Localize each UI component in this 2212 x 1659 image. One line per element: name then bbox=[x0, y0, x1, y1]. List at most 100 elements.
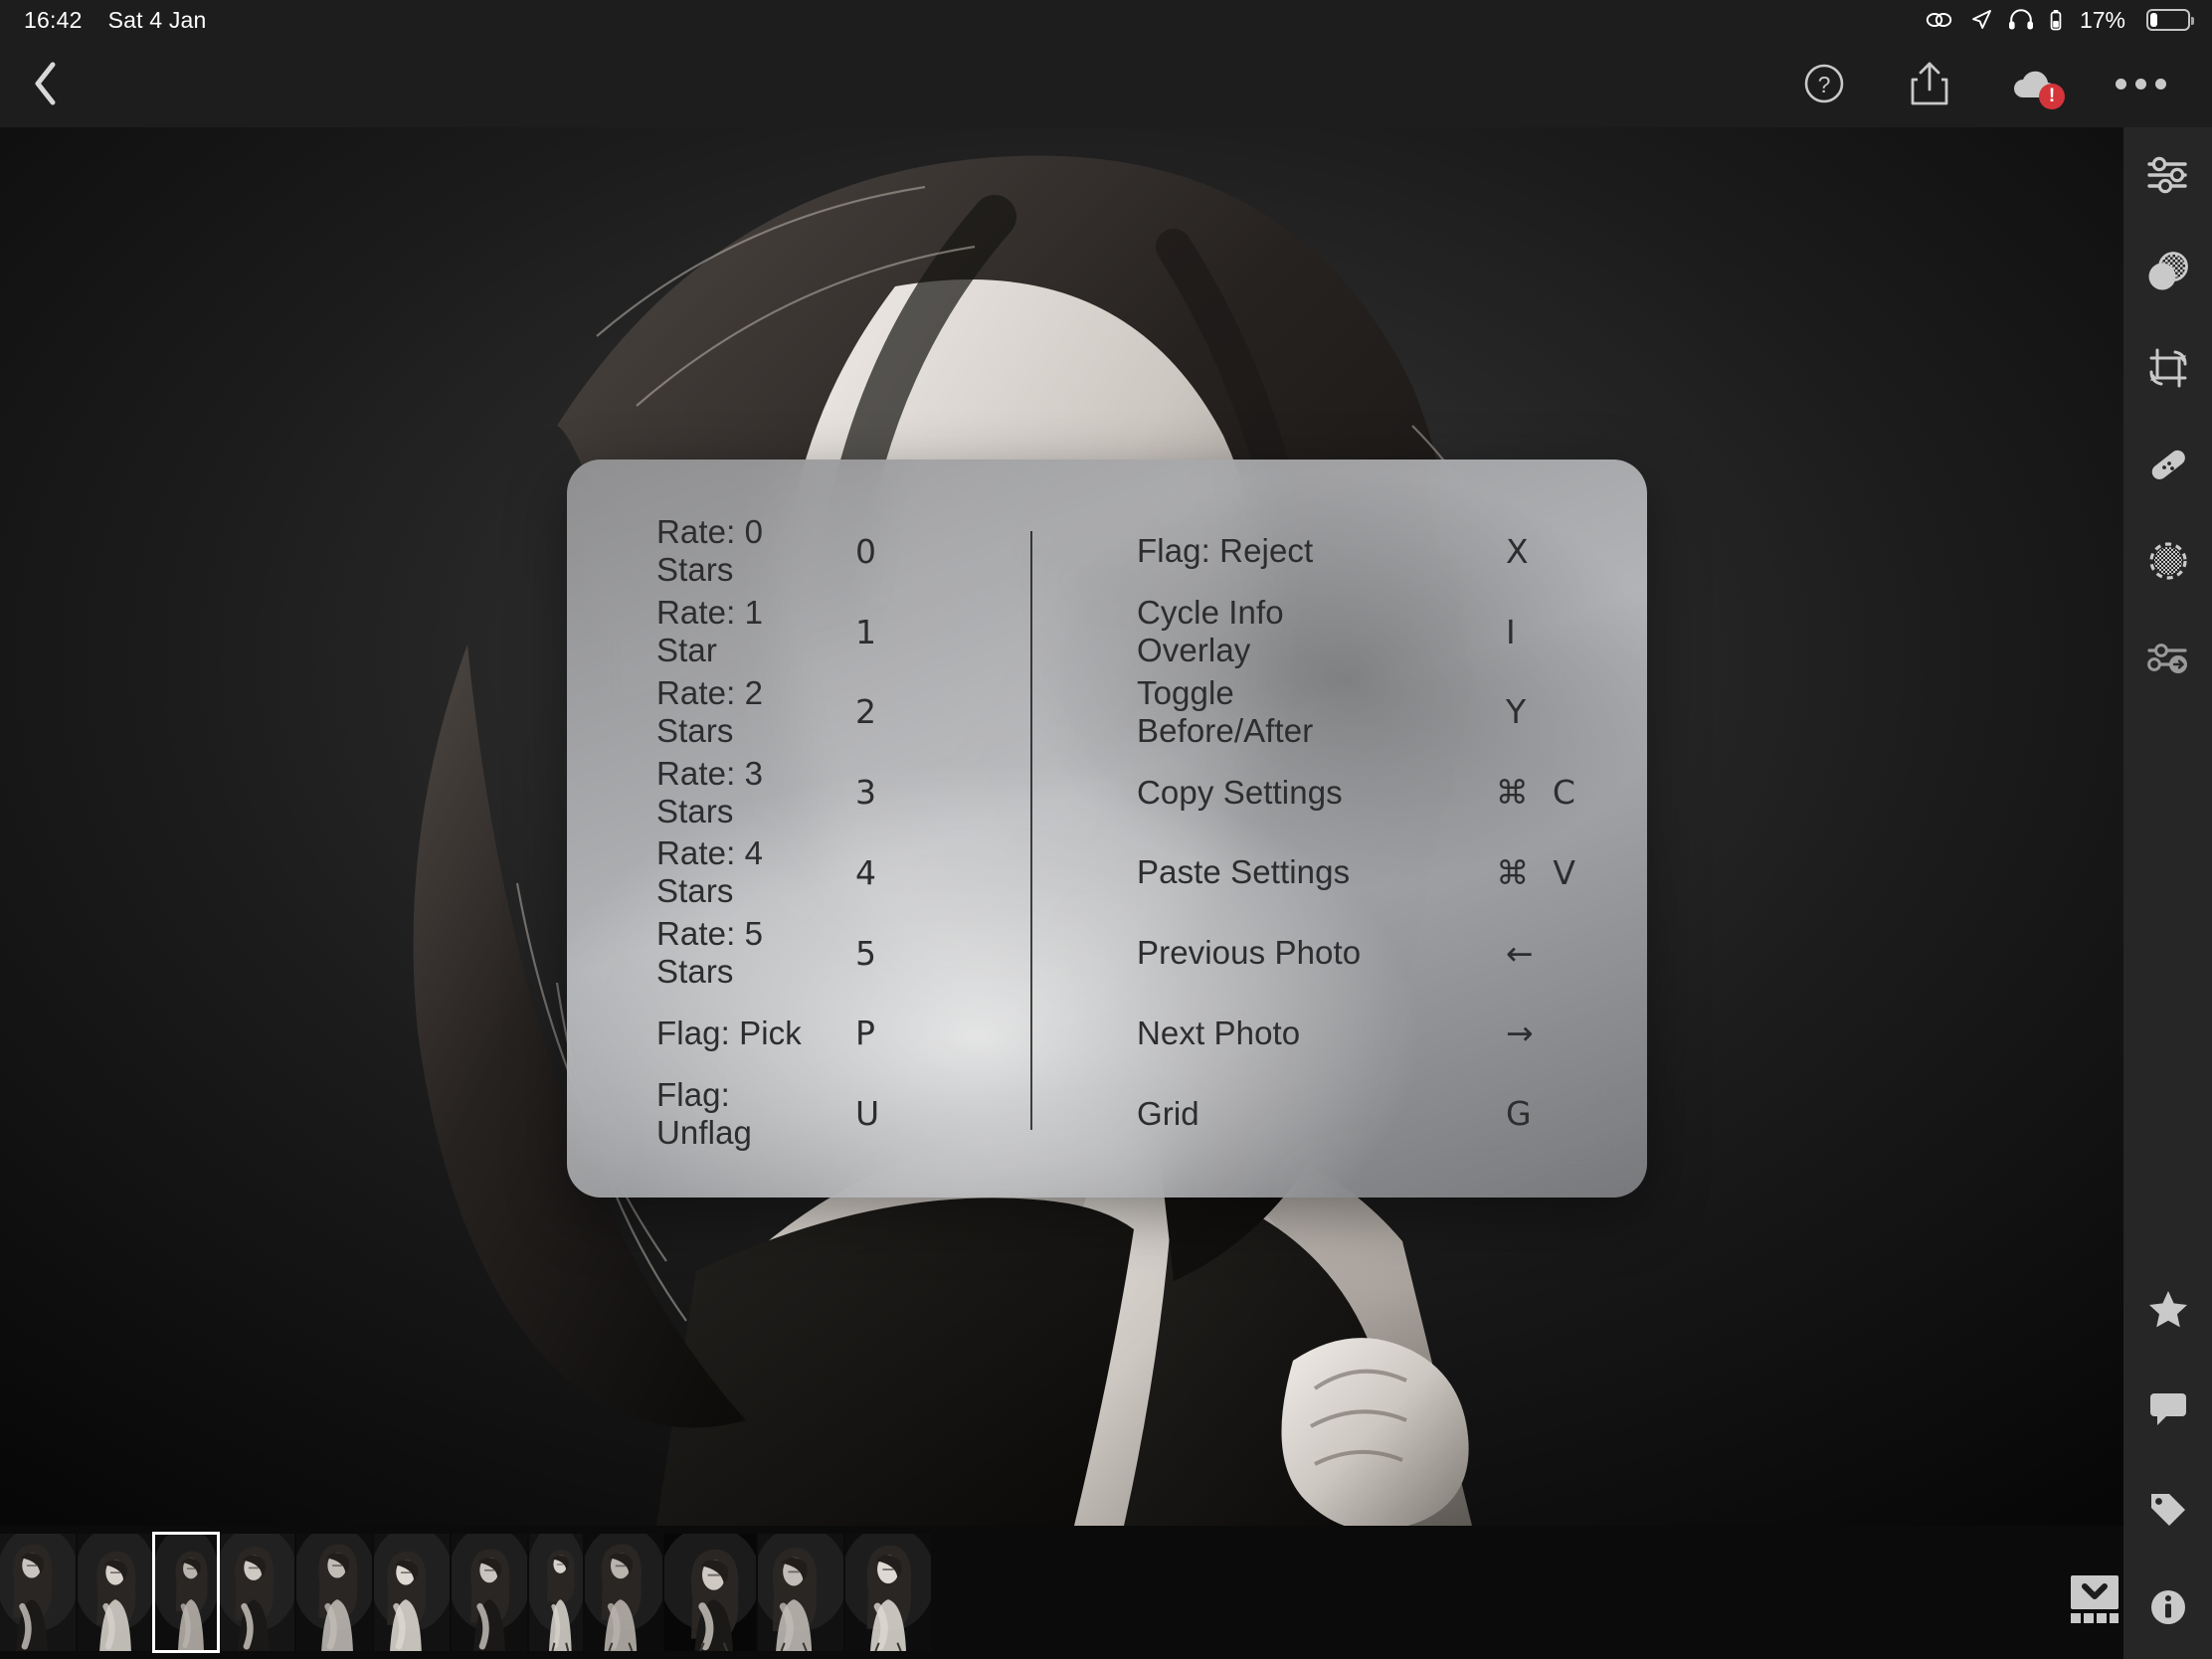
shortcut-key: Y bbox=[1506, 692, 1527, 732]
shortcut-row: Next Photo → bbox=[1107, 994, 1647, 1074]
shortcut-key: ← bbox=[1506, 933, 1534, 973]
shortcut-label: Next Photo bbox=[1137, 1014, 1301, 1051]
shortcut-row: Paste Settings ⌘ V bbox=[1107, 832, 1647, 913]
filmstrip-thumbnail[interactable] bbox=[151, 1526, 221, 1653]
shortcuts-right-column: Flag: Reject X Cycle Info Overlay I Toggle B… bbox=[1107, 511, 1647, 1154]
headphones-icon bbox=[2008, 9, 2034, 31]
shortcut-keys: 5 bbox=[855, 934, 876, 973]
sidebar-item-masking[interactable] bbox=[2138, 531, 2198, 591]
battery-percent: 17% bbox=[2079, 6, 2125, 33]
shortcut-row: Flag: Pick P bbox=[567, 994, 1107, 1074]
filmstrip-thumbnail[interactable] bbox=[292, 1526, 376, 1651]
shortcut-row: Rate: 3 Stars 3 bbox=[567, 752, 1107, 832]
filmstrip-thumbnail[interactable] bbox=[370, 1526, 454, 1651]
shortcut-key: U bbox=[855, 1094, 880, 1134]
shortcut-label: Previous Photo bbox=[1137, 934, 1362, 972]
shortcut-keys: 1 bbox=[855, 613, 876, 651]
shortcut-keys: ← bbox=[1506, 934, 1575, 973]
shortcut-key: 5 bbox=[855, 933, 877, 973]
shortcut-label: Paste Settings bbox=[1137, 853, 1351, 891]
filmstrip-thumbnail[interactable] bbox=[581, 1526, 666, 1652]
sidebar-item-rating[interactable] bbox=[2138, 1279, 2198, 1339]
help-button[interactable]: ? bbox=[1796, 56, 1852, 111]
link-icon bbox=[1925, 10, 1954, 30]
shortcut-row: Toggle Before/After Y bbox=[1107, 672, 1647, 753]
shortcut-keys: ⌘ C bbox=[1496, 773, 1575, 812]
shortcut-row: Flag: Unflag U bbox=[567, 1073, 1107, 1154]
shortcut-label: Rate: 4 Stars bbox=[656, 834, 764, 910]
back-button[interactable] bbox=[0, 40, 92, 127]
share-button[interactable] bbox=[1902, 56, 1957, 111]
info-icon bbox=[2150, 1590, 2185, 1624]
location-arrow-icon bbox=[1970, 9, 1992, 31]
toolbar-actions: ? ! bbox=[1796, 56, 2212, 111]
sidebar-bottom-tools bbox=[2138, 1279, 2198, 1659]
sidebar-item-edit[interactable] bbox=[2138, 145, 2198, 205]
shortcut-row: Cycle Info Overlay I bbox=[1107, 592, 1647, 672]
battery-icon bbox=[2146, 9, 2194, 31]
shortcut-key: C bbox=[1552, 773, 1575, 813]
shortcut-keys: 0 bbox=[855, 532, 876, 571]
sidebar-item-selective[interactable] bbox=[2138, 242, 2198, 301]
star-icon bbox=[2148, 1291, 2187, 1328]
shortcut-row: Rate: 2 Stars 2 bbox=[567, 672, 1107, 753]
shortcut-key: 2 bbox=[855, 692, 877, 732]
shortcut-keys: P bbox=[855, 1014, 875, 1052]
shortcut-row: Flag: Reject X bbox=[1107, 511, 1647, 592]
filmstrip-thumbnail[interactable] bbox=[526, 1526, 586, 1652]
filmstrip-thumbnail[interactable] bbox=[753, 1526, 848, 1652]
filmstrip-collapse-button[interactable] bbox=[2067, 1573, 2122, 1625]
comment-icon bbox=[2149, 1393, 2186, 1425]
shortcut-label: Rate: 3 Stars bbox=[656, 754, 764, 830]
sidebar-item-keywords[interactable] bbox=[2138, 1478, 2198, 1538]
sidebar-item-crop[interactable] bbox=[2138, 338, 2198, 398]
status-bar-left: 16:42 Sat 4 Jan bbox=[0, 7, 207, 34]
headphone-battery-icon bbox=[2050, 9, 2062, 31]
filmstrip[interactable] bbox=[0, 1526, 2123, 1659]
sliders-icon bbox=[2146, 156, 2187, 194]
shortcut-keys: → bbox=[1506, 1014, 1575, 1052]
shortcut-label: Flag: Unflag bbox=[656, 1075, 752, 1151]
more-options-button[interactable] bbox=[2113, 56, 2168, 111]
shortcut-keys: 3 bbox=[855, 773, 876, 812]
filmstrip-thumbnail[interactable] bbox=[0, 1526, 80, 1651]
shortcut-key: ⌘ bbox=[1495, 773, 1529, 813]
sidebar-top-tools bbox=[2138, 127, 2198, 687]
shortcut-row: Rate: 1 Star 1 bbox=[567, 592, 1107, 672]
shortcut-key: I bbox=[1506, 612, 1516, 651]
shortcuts-left-column: Rate: 0 Stars 0 Rate: 1 Star 1 Rate: 2 Stars… bbox=[567, 511, 1107, 1154]
tag-icon bbox=[2150, 1494, 2185, 1526]
sidebar-item-info[interactable] bbox=[2138, 1577, 2198, 1637]
filmstrip-thumbnail[interactable] bbox=[215, 1526, 298, 1651]
masking-icon bbox=[2148, 542, 2187, 580]
status-date: Sat 4 Jan bbox=[107, 6, 207, 33]
status-bar-right: 17% bbox=[1925, 7, 2212, 34]
shortcut-key: G bbox=[1506, 1094, 1532, 1134]
shortcut-label: Rate: 1 Star bbox=[656, 594, 764, 669]
shortcut-label: Rate: 0 Stars bbox=[656, 513, 764, 589]
shortcut-key: 3 bbox=[855, 773, 877, 813]
filmstrip-thumbnail[interactable] bbox=[448, 1526, 531, 1651]
shortcut-keys: Y bbox=[1506, 692, 1575, 731]
cloud-sync-error-button[interactable]: ! bbox=[2007, 56, 2065, 111]
shortcut-keys: 4 bbox=[855, 853, 876, 892]
shortcut-keys: U bbox=[855, 1094, 879, 1133]
sidebar-item-comments[interactable] bbox=[2138, 1379, 2198, 1438]
presets-icon bbox=[2146, 644, 2187, 673]
sidebar-item-presets[interactable] bbox=[2138, 628, 2198, 687]
shortcut-keys: X bbox=[1506, 532, 1575, 571]
healing-brush-icon bbox=[2151, 450, 2185, 479]
filmstrip-thumbnail[interactable] bbox=[840, 1526, 936, 1652]
more-icon bbox=[2115, 78, 2166, 90]
shortcut-label: Cycle Info Overlay bbox=[1137, 594, 1284, 669]
lightroom-app: 16:42 Sat 4 Jan 17% ? ! Rate: 0 Stars 0 … bbox=[0, 0, 2212, 1659]
filmstrip-thumbnail[interactable] bbox=[659, 1526, 761, 1652]
sidebar-item-healing[interactable] bbox=[2138, 435, 2198, 494]
shortcut-label: Toggle Before/After bbox=[1137, 673, 1314, 749]
filmstrip-thumbnail[interactable] bbox=[74, 1526, 157, 1651]
shortcut-keys: ⌘ V bbox=[1496, 853, 1575, 892]
shortcut-label: Copy Settings bbox=[1137, 773, 1343, 811]
app-toolbar: ? ! bbox=[0, 40, 2212, 127]
shortcut-keys: 2 bbox=[855, 692, 876, 731]
shortcut-label: Flag: Pick bbox=[656, 1014, 802, 1051]
